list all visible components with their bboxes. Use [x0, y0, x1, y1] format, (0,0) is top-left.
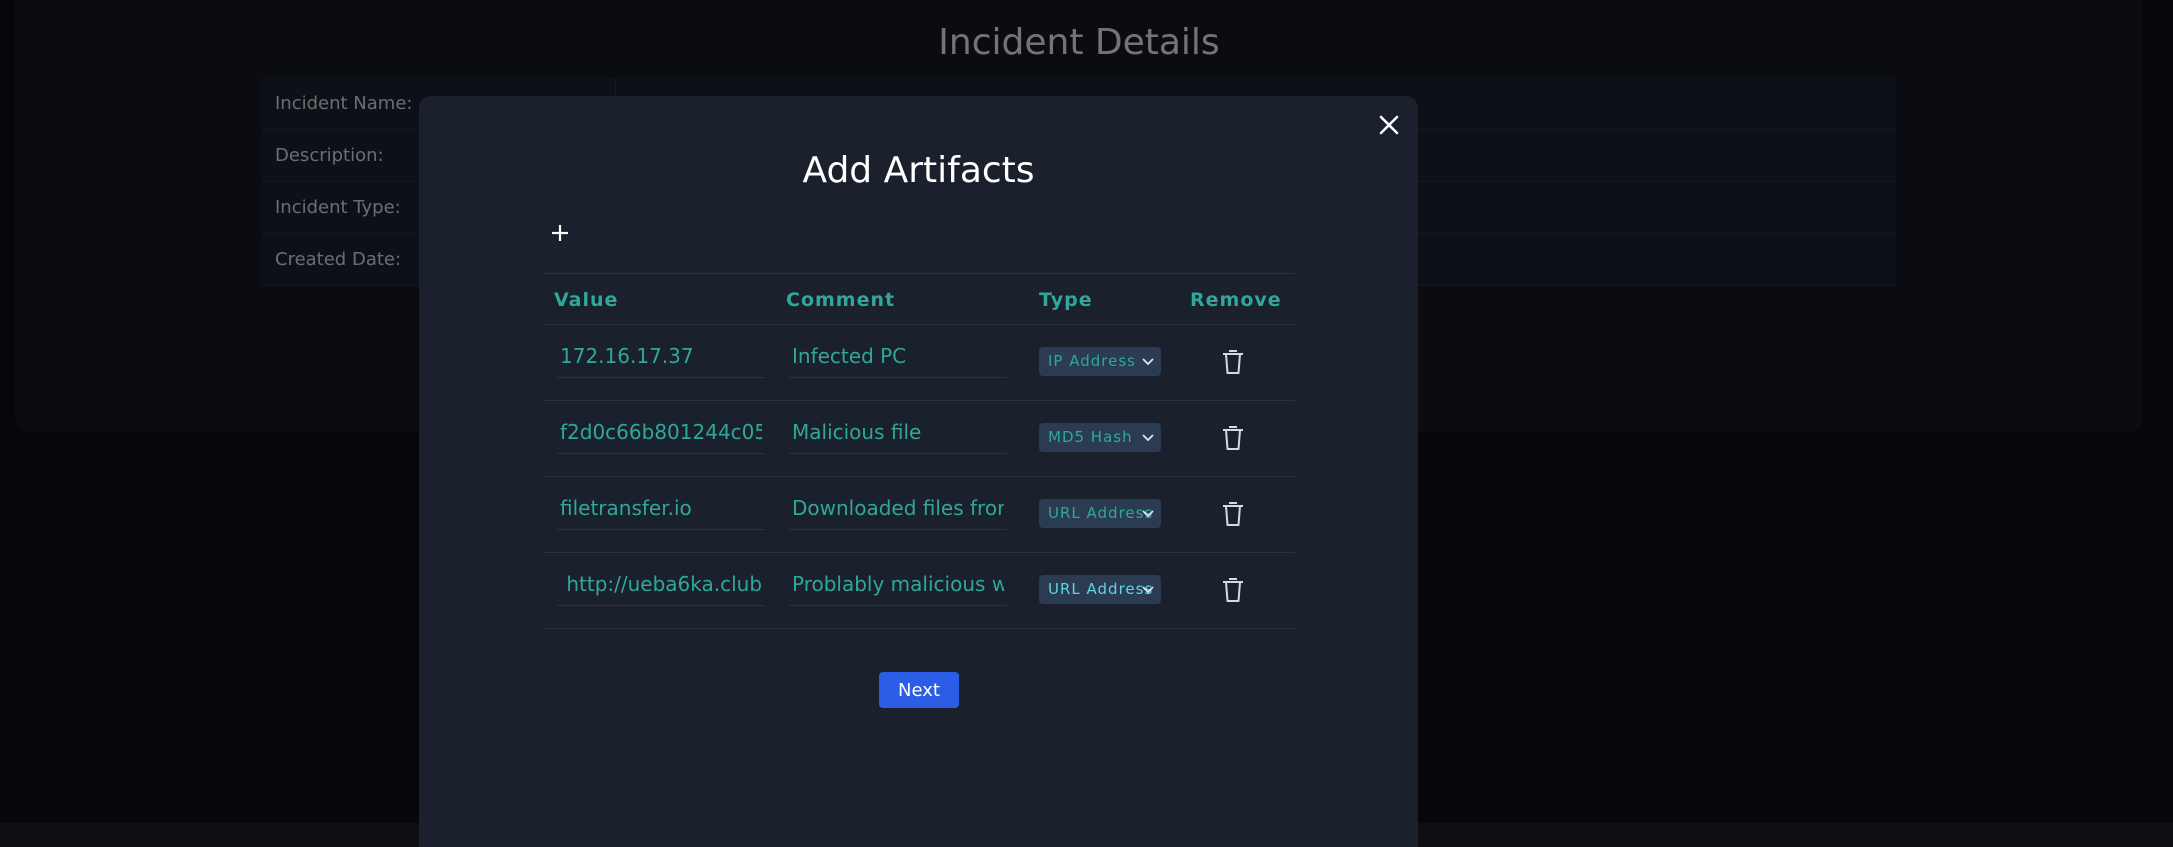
- trash-icon: [1223, 350, 1243, 374]
- column-header-value: Value: [554, 289, 619, 311]
- artifact-comment-input[interactable]: [789, 410, 1007, 454]
- modal-title: Add Artifacts: [802, 150, 1035, 191]
- column-header-comment: Comment: [786, 289, 896, 311]
- artifact-type-value: MD5 Hash: [1048, 428, 1133, 446]
- table-row: MD5 Hash: [543, 401, 1295, 477]
- remove-artifact-button[interactable]: [1219, 347, 1247, 377]
- table-header: Value Comment Type Remove: [543, 273, 1295, 325]
- artifact-type-value: IP Address: [1048, 352, 1136, 370]
- trash-icon: [1223, 426, 1243, 450]
- close-button[interactable]: [1374, 110, 1404, 140]
- chevron-down-icon: [1141, 499, 1155, 528]
- artifacts-table: Value Comment Type Remove IP Address: [543, 273, 1295, 629]
- artifact-comment-input[interactable]: [789, 562, 1007, 606]
- artifact-value-input[interactable]: [557, 486, 765, 530]
- artifact-value-input[interactable]: [557, 334, 765, 378]
- plus-icon: [552, 225, 568, 241]
- chevron-down-icon: [1141, 423, 1155, 452]
- artifact-type-select[interactable]: MD5 Hash: [1039, 423, 1161, 452]
- add-artifacts-modal: Add Artifacts Value Comment Type Remove …: [419, 96, 1418, 847]
- remove-artifact-button[interactable]: [1219, 499, 1247, 529]
- artifact-comment-input[interactable]: [789, 486, 1007, 530]
- artifact-value-input[interactable]: [557, 562, 765, 606]
- remove-artifact-button[interactable]: [1219, 575, 1247, 605]
- table-row: IP Address: [543, 325, 1295, 401]
- remove-artifact-button[interactable]: [1219, 423, 1247, 453]
- chevron-down-icon: [1141, 575, 1155, 604]
- chevron-down-icon: [1141, 347, 1155, 376]
- artifact-type-select[interactable]: IP Address: [1039, 347, 1161, 376]
- column-header-type: Type: [1039, 289, 1093, 311]
- artifact-type-select[interactable]: URL Address: [1039, 575, 1161, 604]
- add-artifact-button[interactable]: [545, 218, 575, 248]
- column-header-remove: Remove: [1190, 289, 1282, 311]
- artifact-type-select[interactable]: URL Address: [1039, 499, 1161, 528]
- artifact-value-input[interactable]: [557, 410, 765, 454]
- artifact-comment-input[interactable]: [789, 334, 1007, 378]
- artifact-type-value: URL Address: [1048, 580, 1154, 598]
- table-row: URL Address: [543, 553, 1295, 629]
- artifact-type-value: URL Address: [1048, 504, 1154, 522]
- trash-icon: [1223, 502, 1243, 526]
- table-row: URL Address: [543, 477, 1295, 553]
- trash-icon: [1223, 578, 1243, 602]
- next-button[interactable]: Next: [879, 672, 959, 708]
- close-icon: [1379, 115, 1399, 135]
